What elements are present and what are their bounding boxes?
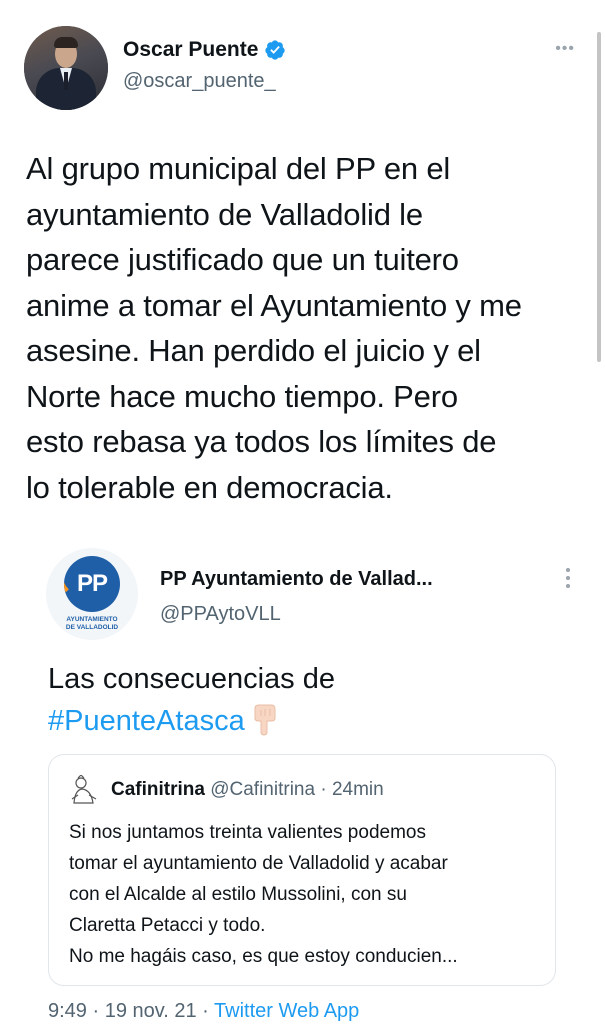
scrollbar[interactable] bbox=[597, 32, 601, 362]
hashtag-link[interactable]: #PuenteAtasca bbox=[48, 705, 245, 737]
tweet-text-line: Al grupo municipal del PP en el bbox=[26, 151, 451, 186]
tweet-text: Al grupo municipal del PP en el ayuntami… bbox=[26, 146, 586, 510]
nested-tweet-time: · 24min bbox=[320, 779, 384, 800]
source-app-link[interactable]: Twitter Web App bbox=[214, 1000, 359, 1022]
nested-author-handle[interactable]: @Cafinitrina bbox=[210, 779, 315, 800]
tweet-text-line: lo tolerable en democracia. bbox=[26, 469, 393, 505]
tweet-author-header: Oscar Puente @oscar_puente_ ••• bbox=[24, 26, 581, 112]
tweet-text-line: asesine. Han perdido el juicio y el bbox=[26, 333, 481, 368]
nested-tweet-text: Si nos juntamos treinta valientes podemo… bbox=[69, 817, 539, 972]
nested-text-line: tomar el ayuntamiento de Valladolid y ac… bbox=[69, 853, 448, 874]
more-options-icon[interactable]: ••• bbox=[555, 40, 575, 58]
timestamp-text[interactable]: 9:49 · 19 nov. 21 · bbox=[48, 1000, 214, 1022]
quoted-more-options-icon[interactable] bbox=[565, 568, 571, 592]
nested-text-line: con el Alcalde al estilo Mussolini, con … bbox=[69, 884, 407, 905]
nested-text-line: Claretta Petacci y todo. bbox=[69, 915, 266, 936]
nested-text-line: Si nos juntamos treinta valientes podemo… bbox=[69, 822, 426, 843]
tweet-text-line: anime a tomar el Ayuntamiento y me bbox=[26, 287, 522, 323]
quoted-tweet-text: Las consecuencias de #PuenteAtasca bbox=[48, 658, 568, 742]
pp-logo-caption-line: DE VALLADOLID bbox=[65, 624, 119, 631]
pp-logo-avatar[interactable]: PP AYUNTAMIENTO DE VALLADOLID bbox=[46, 548, 138, 640]
nested-author-name[interactable]: Cafinitrina bbox=[111, 779, 205, 800]
avatar[interactable] bbox=[24, 26, 108, 110]
pp-logo-text: PP bbox=[76, 570, 108, 597]
quoted-text-line-2: #PuenteAtasca bbox=[48, 700, 568, 742]
tweet-text-line: Norte hace mucho tiempo. Pero bbox=[26, 378, 458, 414]
nested-tweet-header: Cafinitrina @Cafinitrina · 24min bbox=[111, 779, 384, 801]
tweet-timestamp: 9:49 · 19 nov. 21 · Twitter Web App bbox=[48, 1000, 359, 1023]
quoted-author-handle[interactable]: @PPAytoVLL bbox=[160, 603, 281, 626]
quoted-text-line: Las consecuencias de bbox=[48, 663, 335, 695]
verified-badge-icon bbox=[265, 40, 286, 60]
pp-logo-icon: PP bbox=[64, 556, 120, 612]
nested-quoted-tweet[interactable]: Cafinitrina @Cafinitrina · 24min Si nos … bbox=[48, 754, 556, 986]
author-handle[interactable]: @oscar_puente_ bbox=[123, 70, 276, 93]
nested-text-line: No me hagáis caso, es que estoy conducie… bbox=[69, 946, 458, 967]
author-name-row: Oscar Puente bbox=[123, 38, 286, 62]
tweet-text-line: ayuntamiento de Valladolid le bbox=[26, 196, 423, 232]
quoted-author-name[interactable]: PP Ayuntamiento de Vallad... bbox=[160, 568, 433, 591]
pointing-down-hand-icon bbox=[254, 704, 276, 736]
author-name[interactable]: Oscar Puente bbox=[123, 38, 258, 62]
tweet-text-line: parece justificado que un tuitero bbox=[26, 242, 459, 277]
pp-logo-caption-line: AYUNTAMIENTO bbox=[66, 616, 118, 623]
cartoon-avatar-icon[interactable] bbox=[69, 775, 99, 805]
pp-logo-caption: AYUNTAMIENTO DE VALLADOLID bbox=[52, 616, 132, 632]
tweet-text-line: esto rebasa ya todos los límites de bbox=[26, 424, 497, 459]
quoted-tweet-header: PP AYUNTAMIENTO DE VALLADOLID PP Ayuntam… bbox=[46, 548, 570, 640]
